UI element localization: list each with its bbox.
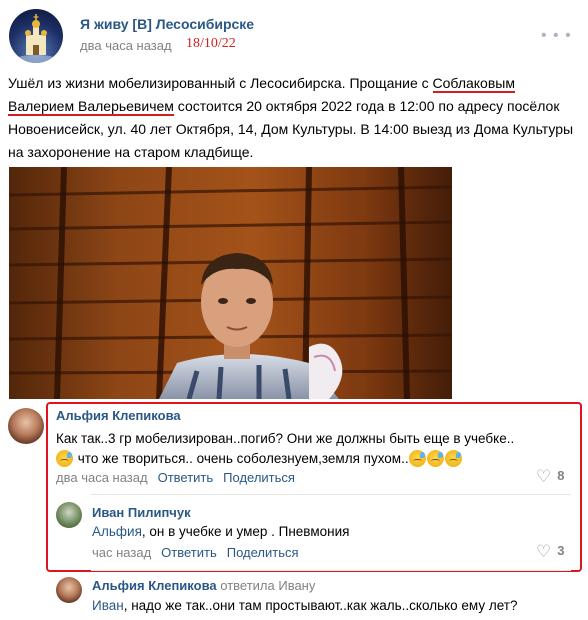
post-photo[interactable] bbox=[9, 167, 452, 399]
highlight-box bbox=[46, 402, 582, 572]
post-text-before: Ушёл из жизни мобелизированный с Лесосиб… bbox=[8, 75, 433, 91]
comment-author-line: Альфия Клепикова ответила Ивану bbox=[92, 578, 315, 593]
commenter-avatar[interactable] bbox=[8, 408, 44, 444]
post-time[interactable]: два часа назад bbox=[80, 38, 172, 53]
group-name[interactable]: Я живу [В] Лесосибирске bbox=[80, 16, 254, 32]
handwritten-date: 18/10/22 bbox=[186, 36, 236, 51]
post-text: Ушёл из жизни мобелизированный с Лесосиб… bbox=[8, 72, 583, 164]
photo-image bbox=[9, 167, 452, 399]
church-icon bbox=[16, 14, 56, 63]
deceased-surname: Соблаковым bbox=[432, 75, 515, 93]
group-avatar[interactable] bbox=[9, 9, 63, 63]
reply-addressee[interactable]: Иван bbox=[92, 598, 124, 613]
deceased-name: Валерием Валерьевичем bbox=[8, 98, 174, 116]
more-dots-icon[interactable]: • • • bbox=[541, 27, 572, 45]
replied-to[interactable]: ответила Ивану bbox=[220, 578, 315, 593]
comment-author[interactable]: Альфия Клепикова bbox=[92, 578, 217, 593]
comment-text: Иван, надо же так..они там простывают..к… bbox=[92, 596, 518, 616]
commenter-avatar[interactable] bbox=[56, 577, 82, 603]
divider bbox=[91, 570, 571, 571]
comment-text-body: , надо же так..они там простывают..как ж… bbox=[123, 598, 518, 613]
